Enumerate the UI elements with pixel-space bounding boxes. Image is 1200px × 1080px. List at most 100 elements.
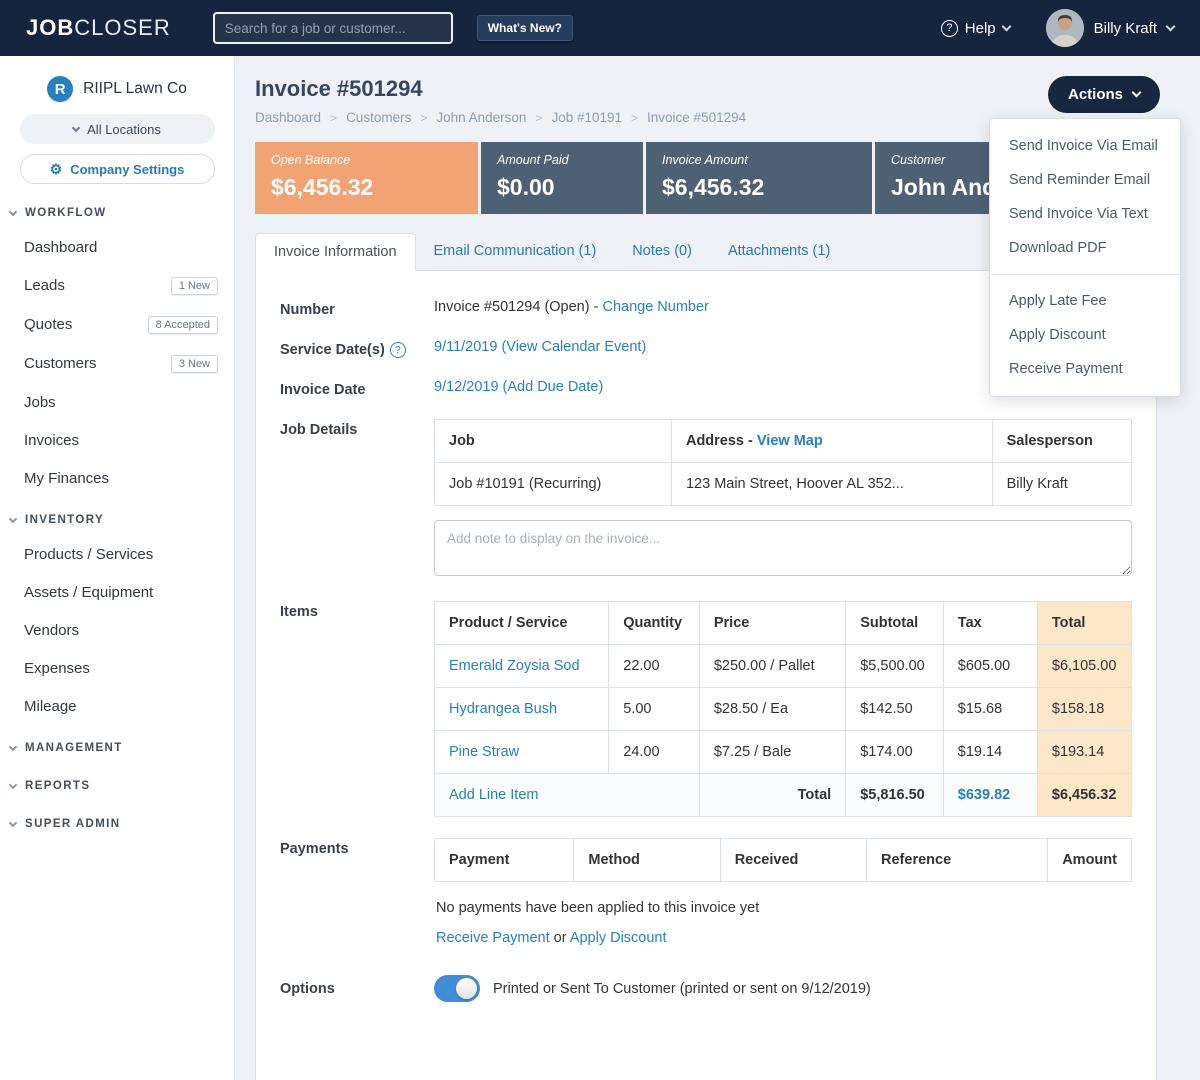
stat-label: Amount Paid — [497, 153, 627, 167]
sidebar-item-label: Dashboard — [24, 239, 97, 256]
receive-payment-link[interactable]: Receive Payment — [436, 930, 550, 946]
sidebar-section-management[interactable]: MANAGEMENT — [0, 729, 234, 763]
breadcrumb-customer-name[interactable]: John Anderson — [436, 110, 526, 125]
view-map-link[interactable]: View Map — [757, 433, 823, 449]
quantity-cell: 22.00 — [609, 645, 700, 688]
footer-total-cell: $6,456.32 — [1037, 774, 1131, 817]
invoice-date-label: Invoice Date — [280, 379, 434, 398]
stat-value: $6,456.32 — [662, 174, 856, 201]
footer-tax-link[interactable]: $639.82 — [958, 787, 1010, 803]
topbar: JOBCLOSER What's New? ? Help Billy Kraft — [0, 0, 1200, 56]
sidebar-item-jobs[interactable]: Jobs — [0, 383, 234, 421]
subtotal-cell: $174.00 — [846, 731, 944, 774]
sidebar-item-products-services[interactable]: Products / Services — [0, 535, 234, 573]
section-label: INVENTORY — [25, 514, 104, 526]
quantity-cell: 5.00 — [609, 688, 700, 731]
invoice-note-textarea[interactable] — [434, 520, 1132, 576]
sidebar-section-inventory[interactable]: INVENTORY — [0, 501, 234, 535]
menu-item-send-invoice-email[interactable]: Send Invoice Via Email — [990, 129, 1180, 163]
service-date-link[interactable]: 9/11/2019 — [434, 339, 497, 355]
sidebar-item-label: Expenses — [24, 660, 90, 677]
salesperson-column-header: Salesperson — [992, 420, 1131, 463]
app-logo: JOBCLOSER — [26, 15, 171, 41]
menu-item-apply-discount[interactable]: Apply Discount — [990, 318, 1180, 352]
actions-label: Actions — [1068, 86, 1123, 103]
sidebar-section-reports[interactable]: REPORTS — [0, 767, 234, 801]
info-icon[interactable]: ? — [390, 342, 406, 358]
tab-invoice-information[interactable]: Invoice Information — [255, 233, 416, 271]
product-link[interactable]: Pine Straw — [449, 744, 519, 760]
price-cell: $28.50 / Ea — [699, 688, 845, 731]
sidebar-item-invoices[interactable]: Invoices — [0, 421, 234, 459]
job-details-row: Job Details Job Address - View Map Sales… — [280, 419, 1132, 580]
items-table-row: Pine Straw 24.00 $7.25 / Bale $174.00 $1… — [435, 731, 1132, 774]
company-row: R RIIPL Lawn Co — [0, 72, 234, 114]
stat-label: Open Balance — [271, 153, 462, 167]
breadcrumb-separator: > — [420, 111, 427, 125]
actions-button[interactable]: Actions — [1048, 76, 1160, 113]
sidebar-item-leads[interactable]: Leads 1 New — [0, 266, 234, 305]
sidebar-item-expenses[interactable]: Expenses — [0, 649, 234, 687]
sidebar-item-customers[interactable]: Customers 3 New — [0, 344, 234, 383]
menu-item-send-reminder-email[interactable]: Send Reminder Email — [990, 163, 1180, 197]
gear-icon: ⚙ — [50, 161, 63, 178]
amount-column-header: Amount — [1048, 839, 1132, 882]
product-link[interactable]: Hydrangea Bush — [449, 701, 557, 717]
stat-invoice-amount: Invoice Amount $6,456.32 — [646, 142, 872, 214]
tax-cell: $19.14 — [943, 731, 1037, 774]
price-cell: $250.00 / Pallet — [699, 645, 845, 688]
quantity-cell: 24.00 — [609, 731, 700, 774]
sidebar-item-quotes[interactable]: Quotes 8 Accepted — [0, 305, 234, 344]
job-details-data-row: Job #10191 (Recurring) 123 Main Street, … — [435, 463, 1132, 506]
invoice-date-link[interactable]: 9/12/2019 — [434, 379, 499, 395]
sidebar-item-label: My Finances — [24, 470, 109, 487]
items-label: Items — [280, 601, 434, 817]
sidebar-item-my-finances[interactable]: My Finances — [0, 459, 234, 497]
tab-email-communication[interactable]: Email Communication (1) — [416, 233, 615, 270]
items-header-row: Product / Service Quantity Price Subtota… — [435, 602, 1132, 645]
stat-value: $6,456.32 — [271, 174, 462, 201]
view-calendar-event-link[interactable]: (View Calendar Event) — [501, 339, 646, 355]
total-cell: $6,105.00 — [1037, 645, 1131, 688]
add-due-date-link[interactable]: (Add Due Date) — [503, 379, 604, 395]
items-table-row: Hydrangea Bush 5.00 $28.50 / Ea $142.50 … — [435, 688, 1132, 731]
chevron-down-icon — [9, 780, 17, 788]
all-locations-select[interactable]: All Locations — [20, 114, 215, 144]
section-label: REPORTS — [25, 780, 90, 792]
toggle-knob — [456, 978, 477, 999]
avatar — [1046, 9, 1084, 47]
chevron-down-icon — [72, 123, 80, 131]
apply-discount-link[interactable]: Apply Discount — [570, 930, 667, 946]
tax-cell: $605.00 — [943, 645, 1037, 688]
help-icon: ? — [941, 20, 958, 37]
company-settings-button[interactable]: ⚙ Company Settings — [20, 154, 215, 184]
chevron-down-icon — [9, 207, 17, 215]
printed-sent-toggle[interactable] — [434, 975, 480, 1002]
search-input[interactable] — [213, 12, 453, 44]
sidebar-section-workflow[interactable]: WORKFLOW — [0, 194, 234, 228]
add-line-item-link[interactable]: Add Line Item — [449, 787, 538, 803]
menu-item-send-invoice-text[interactable]: Send Invoice Via Text — [990, 197, 1180, 231]
tab-notes[interactable]: Notes (0) — [614, 233, 710, 270]
breadcrumb-job[interactable]: Job #10191 — [551, 110, 622, 125]
sidebar-item-mileage[interactable]: Mileage — [0, 687, 234, 725]
chevron-down-icon — [9, 514, 17, 522]
invoice-number-value: Invoice #501294 (Open) - — [434, 299, 598, 315]
sidebar-section-super-admin[interactable]: SUPER ADMIN — [0, 805, 234, 839]
menu-item-receive-payment[interactable]: Receive Payment — [990, 352, 1180, 386]
product-link[interactable]: Emerald Zoysia Sod — [449, 658, 580, 674]
help-menu[interactable]: ? Help — [941, 20, 1010, 37]
chevron-down-icon — [1166, 21, 1176, 31]
user-menu[interactable]: Billy Kraft — [1046, 9, 1174, 47]
sidebar-item-dashboard[interactable]: Dashboard — [0, 228, 234, 266]
menu-item-apply-late-fee[interactable]: Apply Late Fee — [990, 284, 1180, 318]
sidebar-item-assets-equipment[interactable]: Assets / Equipment — [0, 573, 234, 611]
subtotal-cell: $5,500.00 — [846, 645, 944, 688]
menu-item-download-pdf[interactable]: Download PDF — [990, 231, 1180, 265]
breadcrumb-dashboard[interactable]: Dashboard — [255, 110, 321, 125]
tab-attachments[interactable]: Attachments (1) — [710, 233, 848, 270]
change-number-link[interactable]: Change Number — [602, 299, 708, 315]
breadcrumb-customers[interactable]: Customers — [346, 110, 411, 125]
sidebar-item-vendors[interactable]: Vendors — [0, 611, 234, 649]
whats-new-button[interactable]: What's New? — [477, 15, 573, 41]
